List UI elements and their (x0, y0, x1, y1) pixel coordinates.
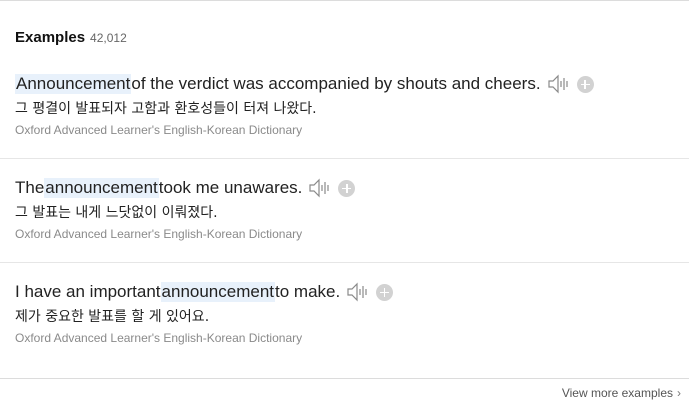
top-divider (0, 0, 689, 1)
example-translation: 그 발표는 내게 느닷없이 이뤄졌다. (15, 205, 218, 221)
example-source: Oxford Advanced Learner's English-Korean… (15, 123, 303, 137)
example-item: I have an important announcement to make… (0, 280, 689, 360)
example-divider (0, 158, 689, 159)
example-source: Oxford Advanced Learner's English-Korean… (15, 331, 303, 345)
sentence-part: The (15, 178, 45, 197)
sentence-part: to make. (275, 282, 341, 301)
highlighted-term[interactable]: announcement (44, 178, 159, 198)
example-sentence: Announcement of the verdict was accompan… (15, 72, 594, 96)
chevron-right-icon: › (677, 386, 681, 400)
add-icon[interactable] (338, 179, 356, 197)
speaker-icon[interactable] (308, 178, 332, 198)
sentence-part: of the verdict was accompanied by shouts… (131, 74, 541, 93)
highlighted-term[interactable]: Announcement (15, 74, 132, 94)
example-item: Announcement of the verdict was accompan… (0, 72, 689, 152)
example-translation: 제가 중요한 발표를 할 게 있어요. (15, 309, 210, 325)
examples-header: Examples 42,012 (15, 29, 127, 46)
example-divider (0, 262, 689, 263)
example-sentence: The announcement took me unawares. (15, 176, 356, 200)
sentence-part: I have an important (15, 282, 161, 301)
highlighted-term[interactable]: announcement (160, 282, 276, 302)
example-translation: 그 평결이 발표되자 고함과 환호성들이 터져 나왔다. (15, 101, 317, 117)
view-more-label: View more examples (561, 386, 673, 400)
view-more-link[interactable]: View more examples › (562, 386, 681, 400)
example-item: The announcement took me unawares. 그 발표는… (0, 176, 689, 256)
speaker-icon[interactable] (547, 74, 571, 94)
add-icon[interactable] (576, 75, 594, 93)
add-icon[interactable] (376, 283, 394, 301)
sentence-part: took me unawares. (158, 178, 303, 197)
footer-divider (0, 378, 689, 379)
example-sentence: I have an important announcement to make… (15, 280, 394, 304)
examples-count: 42,012 (90, 31, 127, 45)
examples-title: Examples (15, 29, 86, 46)
speaker-icon[interactable] (346, 282, 370, 302)
example-source: Oxford Advanced Learner's English-Korean… (15, 227, 303, 241)
